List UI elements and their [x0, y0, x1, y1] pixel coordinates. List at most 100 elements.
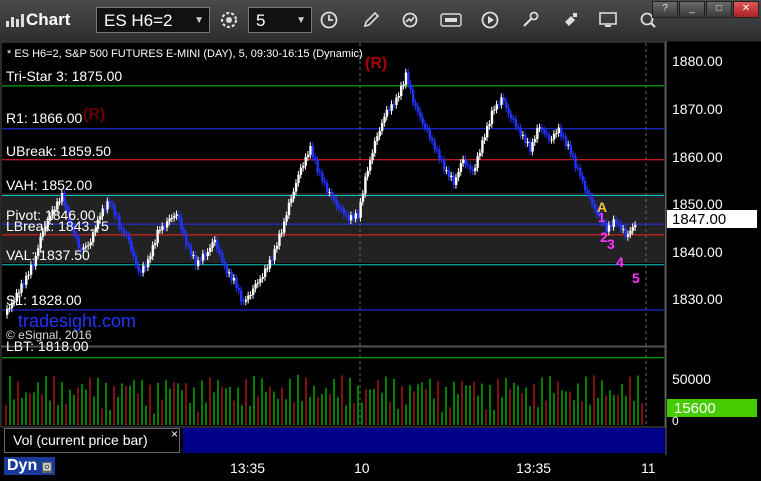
candle-body	[454, 177, 458, 185]
candle-body	[505, 101, 508, 109]
candle-body	[170, 217, 174, 219]
maximize-button[interactable]: □	[706, 1, 732, 18]
time-tick: 10	[354, 460, 370, 476]
copyright-text: © eSignal, 2016	[6, 328, 92, 342]
clock-icon[interactable]	[315, 7, 343, 33]
candle-body	[108, 201, 112, 204]
candle-body	[142, 265, 145, 273]
chevron-down-icon[interactable]: ▼	[194, 8, 204, 34]
candle-body	[302, 165, 305, 168]
tools-icon[interactable]	[516, 7, 544, 33]
help-button[interactable]: ?	[652, 1, 678, 18]
get-data-icon[interactable]	[437, 7, 465, 33]
app-title: Chart	[26, 10, 71, 29]
candle-body	[144, 265, 147, 268]
candle-body	[299, 167, 303, 175]
marker-icon[interactable]	[556, 7, 584, 33]
candle-body	[197, 260, 200, 267]
candle-body	[411, 89, 415, 103]
candle-body	[139, 271, 143, 273]
minimize-button[interactable]: _	[679, 1, 705, 18]
volume-pane-border	[0, 346, 666, 428]
candle-body	[134, 255, 138, 266]
candle-body	[576, 167, 580, 169]
candle-body	[612, 219, 615, 227]
close-icon[interactable]: ×	[171, 427, 178, 441]
candle-body	[631, 227, 635, 231]
candle-body	[240, 290, 243, 302]
candle-body	[450, 175, 453, 178]
candle-body	[521, 134, 525, 136]
candle-body	[550, 139, 553, 141]
close-button[interactable]: ✕	[733, 1, 759, 18]
candle-body	[161, 226, 164, 230]
candle-body	[22, 283, 26, 285]
candle-body	[294, 183, 298, 192]
pencil-draw-icon[interactable]	[357, 7, 385, 33]
layout-dyn-button[interactable]: Dyn ⊡	[4, 457, 56, 475]
candle-body	[275, 245, 279, 249]
time-tick: 11	[641, 460, 656, 476]
candle-body	[614, 219, 618, 224]
candle-body	[218, 249, 221, 253]
candle-body	[151, 245, 155, 257]
candle-body	[228, 272, 231, 274]
candle-body	[154, 243, 157, 246]
candle-body	[610, 224, 613, 227]
candle-body	[321, 172, 324, 182]
candle-body	[359, 201, 362, 218]
scroll-area[interactable]	[183, 428, 665, 453]
wave-marker-1: 1	[598, 210, 605, 225]
candle-body	[311, 145, 315, 158]
candle-body	[607, 224, 611, 232]
wave-marker-5: 5	[632, 270, 640, 286]
interval-input[interactable]: 5 ▼	[248, 7, 312, 33]
candle-body	[402, 84, 405, 86]
chevron-down-icon[interactable]: ▼	[296, 8, 306, 34]
candle-body	[538, 127, 541, 129]
chart-title: * ES H6=2, S&P 500 FUTURES E-MINI (DAY),…	[7, 48, 363, 60]
candle-body	[443, 159, 446, 171]
candle-body	[213, 239, 217, 243]
symbol-input[interactable]: ES H6=2 ▼	[96, 7, 210, 33]
lock-icon[interactable]: ⊡	[41, 462, 53, 473]
candle-body	[622, 228, 625, 230]
candle-body	[447, 170, 451, 178]
chart-canvas[interactable]: (R) (R) A 1 2 3 4 5	[0, 41, 761, 455]
candle-body	[242, 301, 245, 303]
candle-body	[364, 176, 367, 194]
candle-body	[166, 221, 169, 228]
play-icon[interactable]	[476, 7, 504, 33]
candle-body	[230, 272, 233, 281]
settings-gear-icon[interactable]	[215, 7, 243, 33]
candle-body	[158, 229, 162, 231]
candle-body	[173, 216, 176, 218]
candle-body	[89, 242, 92, 246]
candle-body	[509, 113, 513, 119]
candle-body	[175, 214, 178, 217]
candle-body	[8, 308, 11, 310]
candle-body	[502, 97, 506, 102]
candle-body	[383, 116, 386, 123]
candle-body	[340, 208, 343, 210]
candle-body	[335, 200, 338, 207]
level-label-ubreak: UBreak: 1859.50	[6, 143, 112, 159]
candle-body	[280, 232, 284, 234]
candle-body	[483, 137, 487, 141]
candle-body	[617, 223, 620, 225]
candle-body	[223, 261, 226, 266]
candle-body	[29, 264, 33, 275]
candle-body	[459, 163, 463, 172]
chart-app-icon	[6, 13, 24, 32]
candle-body	[440, 159, 444, 161]
candle-body	[118, 216, 121, 228]
candle-body	[182, 229, 186, 234]
monitor-icon[interactable]	[594, 7, 622, 33]
refresh-icon[interactable]	[396, 7, 424, 33]
candle-body	[199, 260, 202, 262]
candle-body	[163, 226, 167, 228]
candle-body	[208, 247, 212, 252]
volume-study-tab[interactable]: Vol (current price bar)	[4, 428, 180, 453]
candle-body	[115, 215, 119, 217]
candle-body	[588, 193, 592, 197]
